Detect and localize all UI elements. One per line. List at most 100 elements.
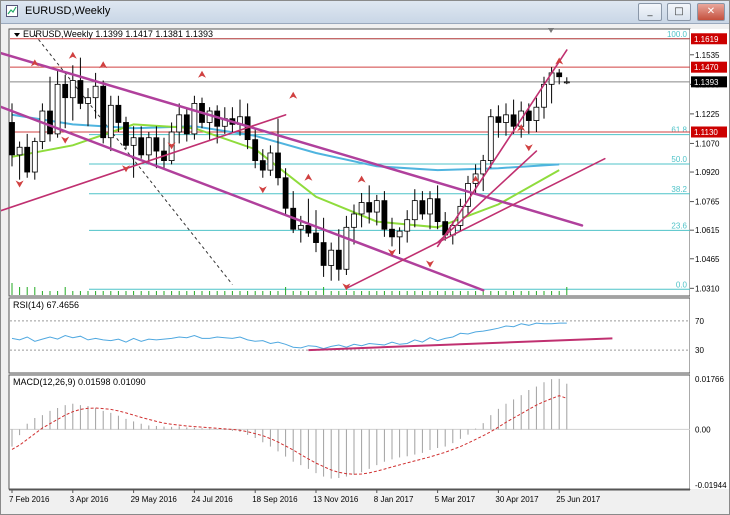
rsi-tick-label: 70 <box>695 317 704 326</box>
fibonacci-level-label: 61.8 <box>671 126 687 135</box>
candle-body <box>252 139 259 161</box>
candle-body <box>123 122 129 146</box>
candle-body <box>358 202 365 215</box>
fibonacci-level-label: 100.0 <box>667 30 688 39</box>
candle-body <box>62 83 69 99</box>
fibonacci-level-label: 0.0 <box>676 280 688 289</box>
time-tick-label: 13 Nov 2016 <box>313 495 359 504</box>
macd-tick-label: -0.01944 <box>695 481 727 490</box>
candle-body <box>267 152 274 171</box>
chart-window: EURUSD,Weekly _ □ ✕ 100.0 61.8 50.0 38.2 23.… <box>0 0 730 515</box>
price-tick-label: 1.0310 <box>695 284 720 293</box>
candle-body <box>487 116 494 161</box>
candle-body <box>47 110 53 135</box>
candle-body <box>16 146 23 156</box>
candle-body <box>92 85 99 99</box>
candle-body <box>563 81 570 84</box>
price-tick-label: 1.0465 <box>695 255 720 264</box>
candle-body <box>404 219 411 232</box>
price-tick-label: 1.1070 <box>695 139 720 148</box>
candle-body <box>31 141 38 173</box>
maximize-button[interactable]: □ <box>667 3 691 21</box>
time-tick-label: 5 Mar 2017 <box>435 495 476 504</box>
candle-body <box>305 225 312 234</box>
candle-body <box>85 97 91 104</box>
candle-body <box>176 114 183 133</box>
time-tick-label: 8 Jan 2017 <box>374 495 414 504</box>
candle-body <box>556 72 563 78</box>
candle-body <box>495 116 502 123</box>
candle-body <box>343 226 350 270</box>
candle-body <box>525 110 532 121</box>
candle-body <box>313 232 319 243</box>
candle-body <box>24 146 31 173</box>
candle-body <box>183 114 190 135</box>
candle-body <box>259 160 266 171</box>
macd-tick-label: 0.01766 <box>695 375 724 384</box>
close-button[interactable]: ✕ <box>697 3 725 21</box>
candle <box>487 109 494 169</box>
candle-body <box>328 249 335 266</box>
fibonacci-level-label: 50.0 <box>671 155 687 164</box>
macd-panel <box>8 374 691 490</box>
rsi-panel <box>8 297 691 374</box>
chart-header-text: EURUSD,Weekly 1.1399 1.1417 1.1381 1.139… <box>23 29 213 39</box>
price-tick-label: 1.0615 <box>695 226 720 235</box>
candle-body <box>381 200 388 230</box>
fibonacci-level-label: 38.2 <box>671 185 687 194</box>
candle-body <box>275 152 281 179</box>
candle-body <box>115 104 122 123</box>
window-titlebar[interactable]: EURUSD,Weekly _ □ ✕ <box>1 1 729 24</box>
price-tick-label: 1.1225 <box>695 110 720 119</box>
price-panel <box>8 28 691 297</box>
candle-body <box>130 137 137 146</box>
candle-body <box>320 242 327 266</box>
time-tick-label: 7 Feb 2016 <box>9 495 50 504</box>
window-title: EURUSD,Weekly <box>25 5 111 17</box>
candle-body <box>335 249 342 270</box>
price-label-text: 1.1619 <box>694 35 719 44</box>
macd-label: MACD(12,26,9) 0.01598 0.01090 <box>13 377 146 387</box>
time-tick-label: 30 Apr 2017 <box>495 495 539 504</box>
candle-body <box>366 202 373 213</box>
price-tick-label: 1.0920 <box>695 168 720 177</box>
candle-body <box>434 198 441 223</box>
candle-body <box>297 225 304 230</box>
time-tick-label: 24 Jul 2016 <box>191 495 233 504</box>
candle-body <box>282 177 289 209</box>
candle-body <box>191 102 198 135</box>
minimize-button[interactable]: _ <box>638 3 662 21</box>
macd-tick-label: 0.00 <box>695 425 711 434</box>
rsi-tick-label: 30 <box>695 346 704 355</box>
candle-body <box>411 200 418 221</box>
candle-body <box>373 200 380 213</box>
candle-body <box>100 85 107 139</box>
candle-body <box>389 228 395 238</box>
candle-body <box>419 200 426 215</box>
price-tick-label: 1.0765 <box>695 198 720 207</box>
candle-body <box>396 230 403 238</box>
chart-window-icon <box>6 5 18 17</box>
candle-body <box>69 80 76 99</box>
candle-body <box>510 114 517 127</box>
candle-body <box>427 198 433 215</box>
chart-canvas[interactable]: 100.061.850.038.223.60.0 1.15351.13801.1… <box>1 24 729 514</box>
candle-body <box>9 122 15 156</box>
candle-body <box>533 106 540 121</box>
candle-body <box>351 213 357 228</box>
price-label-text: 1.1130 <box>694 128 718 137</box>
candle-body <box>107 104 114 139</box>
candle-body <box>138 137 145 156</box>
time-tick-label: 25 Jun 2017 <box>556 495 601 504</box>
candle-body <box>145 137 152 156</box>
price-label-text: 1.1393 <box>694 78 719 87</box>
time-tick-label: 18 Sep 2016 <box>252 495 298 504</box>
candle-body <box>153 137 160 152</box>
candle-body <box>77 80 84 104</box>
time-tick-label: 3 Apr 2016 <box>70 495 109 504</box>
candle <box>100 80 107 144</box>
time-tick-label: 29 May 2016 <box>131 495 178 504</box>
candle-body <box>39 110 46 142</box>
fibonacci-level-label: 23.6 <box>671 221 687 230</box>
price-label-text: 1.1470 <box>694 63 719 72</box>
